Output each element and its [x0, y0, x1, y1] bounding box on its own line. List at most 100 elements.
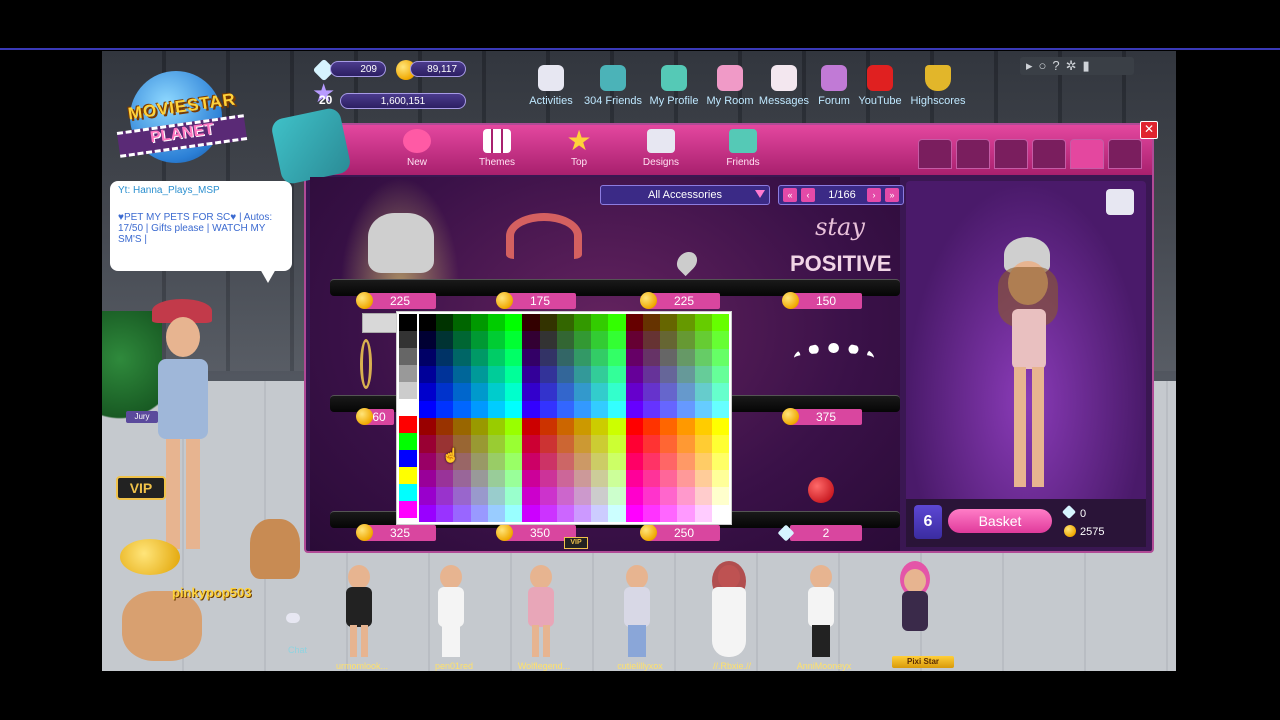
color-cell[interactable]	[453, 331, 471, 349]
color-cell[interactable]	[470, 470, 488, 488]
color-cell[interactable]	[694, 348, 712, 366]
color-cell[interactable]	[487, 452, 506, 470]
color-cell[interactable]	[399, 450, 417, 467]
color-cell[interactable]	[419, 400, 437, 418]
color-cell[interactable]	[677, 418, 695, 436]
color-cell[interactable]	[660, 331, 678, 349]
color-cell[interactable]	[625, 435, 643, 453]
color-cell[interactable]	[399, 467, 417, 484]
color-cell[interactable]	[711, 348, 729, 366]
color-cell[interactable]	[625, 452, 643, 470]
color-cell[interactable]	[419, 470, 437, 488]
color-cell[interactable]	[711, 452, 729, 470]
item-headband[interactable]	[506, 213, 582, 259]
color-cell[interactable]	[487, 366, 506, 384]
color-cell[interactable]	[608, 487, 626, 505]
color-cell[interactable]	[453, 383, 471, 401]
tab-new[interactable]: New	[382, 129, 452, 168]
friend-avatar[interactable]: Wolflegend...	[506, 561, 576, 671]
item-beanie[interactable]	[368, 213, 434, 273]
color-cell[interactable]	[591, 435, 609, 453]
color-cell[interactable]	[556, 366, 574, 384]
color-cell[interactable]	[642, 504, 661, 522]
color-cell[interactable]	[470, 487, 488, 505]
color-cell[interactable]	[642, 366, 661, 384]
color-cell[interactable]	[694, 504, 712, 522]
pagination[interactable]: « ‹ 1/166 › »	[778, 185, 904, 205]
color-cell[interactable]	[573, 331, 592, 349]
color-cell[interactable]	[608, 348, 626, 366]
nav-youtube[interactable]: YouTube	[858, 65, 902, 115]
color-picker-grid[interactable]	[419, 314, 729, 522]
color-cell[interactable]	[711, 418, 729, 436]
color-cell[interactable]	[419, 331, 437, 349]
color-cell[interactable]	[642, 487, 661, 505]
color-cell[interactable]	[539, 504, 557, 522]
color-cell[interactable]	[522, 487, 540, 505]
color-cell[interactable]	[625, 418, 643, 436]
shop-panel[interactable]: New Themes ★ Top Designs Friends ✕ All A…	[269, 106, 1158, 553]
tab-themes[interactable]: Themes	[462, 129, 532, 168]
color-cell[interactable]	[677, 383, 695, 401]
tab-designs[interactable]: Designs	[626, 129, 696, 168]
color-cell[interactable]	[573, 435, 592, 453]
color-cell[interactable]	[677, 331, 695, 349]
color-cell[interactable]	[522, 331, 540, 349]
friends-icon[interactable]	[1106, 189, 1134, 215]
color-cell[interactable]	[470, 435, 488, 453]
color-cell[interactable]	[522, 314, 540, 332]
color-cell[interactable]	[556, 487, 574, 505]
color-picker[interactable]	[396, 311, 732, 525]
color-cell[interactable]	[573, 366, 592, 384]
color-cell[interactable]	[556, 452, 574, 470]
last-page-button[interactable]: »	[885, 188, 899, 202]
nav-my-profile[interactable]: My Profile	[648, 65, 700, 115]
color-cell[interactable]	[711, 435, 729, 453]
category-tab-shirts[interactable]	[956, 139, 990, 169]
color-cell[interactable]	[399, 399, 417, 416]
color-cell[interactable]	[399, 416, 417, 433]
color-cell[interactable]	[453, 487, 471, 505]
color-cell[interactable]	[625, 383, 643, 401]
color-cell[interactable]	[556, 470, 574, 488]
color-cell[interactable]	[591, 470, 609, 488]
color-cell[interactable]	[539, 400, 557, 418]
friend-avatar[interactable]	[880, 561, 950, 671]
color-cell[interactable]	[505, 452, 523, 470]
color-cell[interactable]	[694, 487, 712, 505]
color-cell[interactable]	[608, 452, 626, 470]
color-cell[interactable]	[677, 366, 695, 384]
color-cell[interactable]	[694, 452, 712, 470]
color-cell[interactable]	[608, 383, 626, 401]
color-cell[interactable]	[522, 418, 540, 436]
color-cell[interactable]	[453, 504, 471, 522]
color-cell[interactable]	[505, 504, 523, 522]
color-cell[interactable]	[608, 470, 626, 488]
color-cell[interactable]	[625, 366, 643, 384]
color-cell[interactable]	[399, 331, 417, 348]
color-cell[interactable]	[470, 366, 488, 384]
color-cell[interactable]	[419, 348, 437, 366]
color-cell[interactable]	[505, 348, 523, 366]
color-cell[interactable]	[573, 487, 592, 505]
color-cell[interactable]	[522, 435, 540, 453]
player-avatar[interactable]	[152, 299, 212, 569]
color-cell[interactable]	[694, 470, 712, 488]
color-cell[interactable]	[487, 383, 506, 401]
color-cell[interactable]	[436, 383, 454, 401]
color-cell[interactable]	[470, 314, 488, 332]
category-tab-accessories[interactable]	[1070, 139, 1104, 169]
color-cell[interactable]	[505, 314, 523, 332]
close-button[interactable]: ✕	[1140, 121, 1158, 139]
color-cell[interactable]	[556, 348, 574, 366]
color-cell[interactable]	[539, 331, 557, 349]
color-cell[interactable]	[625, 504, 643, 522]
color-cell[interactable]	[660, 470, 678, 488]
color-cell[interactable]	[642, 383, 661, 401]
color-cell[interactable]	[660, 452, 678, 470]
color-cell[interactable]	[453, 418, 471, 436]
chat-label[interactable]: Chat	[288, 645, 307, 655]
color-cell[interactable]	[694, 435, 712, 453]
color-cell[interactable]	[505, 366, 523, 384]
color-cell[interactable]	[419, 383, 437, 401]
